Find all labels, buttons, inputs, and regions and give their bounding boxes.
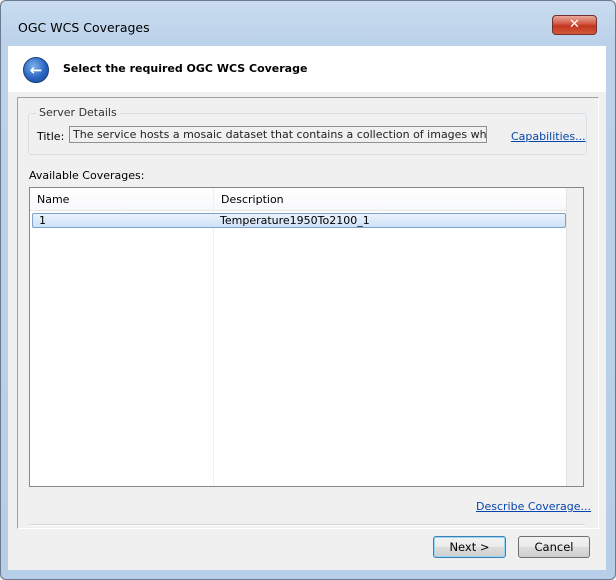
describe-coverage-link[interactable]: Describe Coverage...	[476, 500, 591, 513]
title-field[interactable]: The service hosts a mosaic dataset that …	[69, 126, 487, 143]
list-header: Name Description	[30, 188, 566, 211]
coverages-list[interactable]: Name Description 1 Temperature1950To2100…	[29, 187, 584, 487]
server-details-label: Server Details	[36, 106, 120, 119]
cancel-button[interactable]: Cancel	[518, 536, 590, 558]
title-bar[interactable]: OGC WCS Coverages	[0, 0, 614, 35]
column-divider	[213, 188, 214, 486]
close-button[interactable]: ✕	[552, 15, 597, 35]
back-arrow-icon[interactable]: ←	[23, 57, 49, 83]
title-label: Title:	[37, 130, 65, 143]
capabilities-link[interactable]: Capabilities...	[511, 130, 586, 143]
next-button[interactable]: Next >	[433, 536, 506, 558]
available-coverages-label: Available Coverages:	[29, 169, 145, 182]
row-name-cell: 1	[39, 214, 46, 227]
window-title: OGC WCS Coverages	[18, 20, 150, 35]
footer-divider	[29, 524, 585, 526]
column-header-name[interactable]: Name	[30, 188, 213, 210]
row-description-cell: Temperature1950To2100_1	[220, 214, 370, 227]
table-row[interactable]: 1 Temperature1950To2100_1	[32, 213, 566, 228]
column-header-description[interactable]: Description	[213, 188, 566, 210]
wizard-step-title: Select the required OGC WCS Coverage	[63, 62, 308, 75]
vertical-scrollbar[interactable]	[566, 188, 583, 486]
